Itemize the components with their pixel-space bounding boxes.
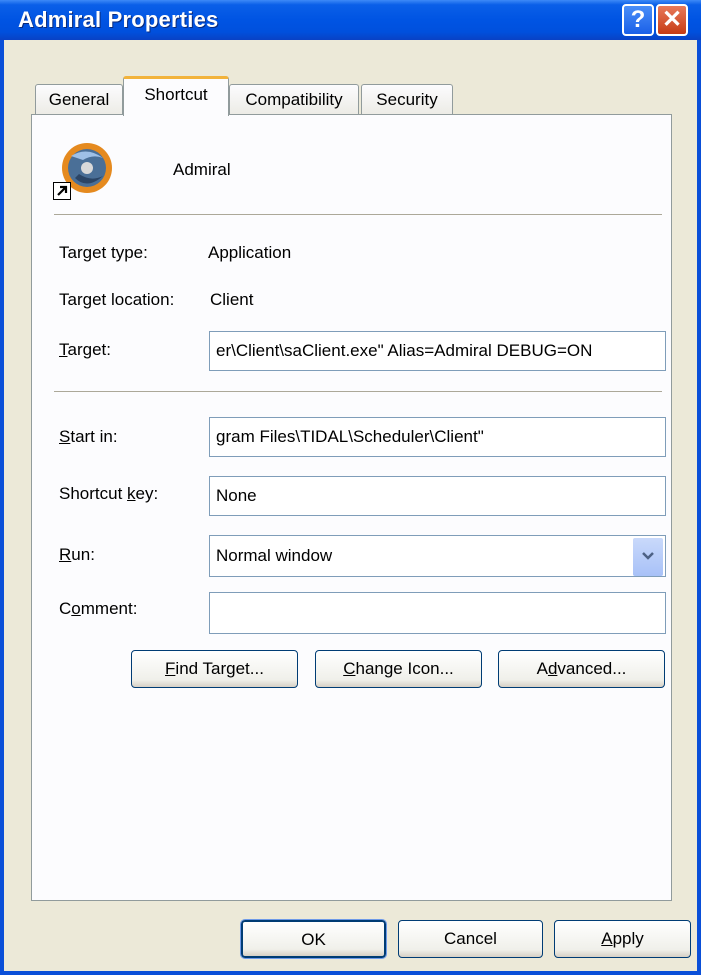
comment-label: Comment: [59, 599, 138, 618]
ok-button[interactable]: OK [240, 919, 387, 959]
close-button[interactable]: ✕ [656, 4, 688, 36]
target-type-label: Target type: [59, 243, 148, 262]
shortcut-key-label: Shortcut key: [59, 484, 159, 503]
cancel-button[interactable]: Cancel [398, 920, 543, 958]
dropdown-button[interactable] [633, 538, 663, 576]
help-button[interactable]: ? [622, 4, 654, 36]
separator [54, 214, 662, 215]
tab-general[interactable]: General [35, 84, 123, 115]
title-bar[interactable]: Admiral Properties ? ✕ [0, 0, 701, 40]
target-field[interactable]: er\Client\saClient.exe" Alias=Admiral DE… [209, 331, 666, 371]
shortcut-key-field[interactable]: None [209, 476, 666, 516]
run-label: Run: [59, 545, 95, 564]
start-in-label: Start in: [59, 427, 118, 446]
tab-security[interactable]: Security [361, 84, 453, 115]
shortcut-name: Admiral [173, 160, 231, 179]
advanced-button[interactable]: Advanced... [498, 650, 665, 688]
shortcut-panel: Admiral Target type: Application Target … [31, 114, 672, 901]
window-title: Admiral Properties [18, 7, 219, 32]
properties-window: Admiral Properties ? ✕ General Shortcut … [0, 0, 701, 975]
tab-compatibility[interactable]: Compatibility [229, 84, 359, 115]
shortcut-arrow-icon [53, 182, 71, 200]
run-select-value: Normal window [216, 546, 333, 565]
target-label: Target: [59, 340, 111, 359]
help-icon: ? [630, 6, 646, 33]
target-location-label: Target location: [59, 290, 175, 309]
run-select[interactable]: Normal window [209, 535, 666, 577]
close-icon: ✕ [661, 6, 683, 33]
apply-button[interactable]: Apply [554, 920, 691, 958]
comment-field[interactable] [209, 592, 666, 634]
application-icon [53, 138, 117, 200]
target-location-value: Client [210, 290, 254, 309]
start-in-field[interactable]: gram Files\TIDAL\Scheduler\Client" [209, 417, 666, 457]
target-type-value: Application [208, 243, 292, 262]
change-icon-button[interactable]: Change Icon... [315, 650, 482, 688]
find-target-button[interactable]: Find Target... [131, 650, 298, 688]
chevron-down-icon [642, 552, 654, 560]
tab-shortcut[interactable]: Shortcut [123, 76, 229, 116]
separator [54, 391, 662, 392]
